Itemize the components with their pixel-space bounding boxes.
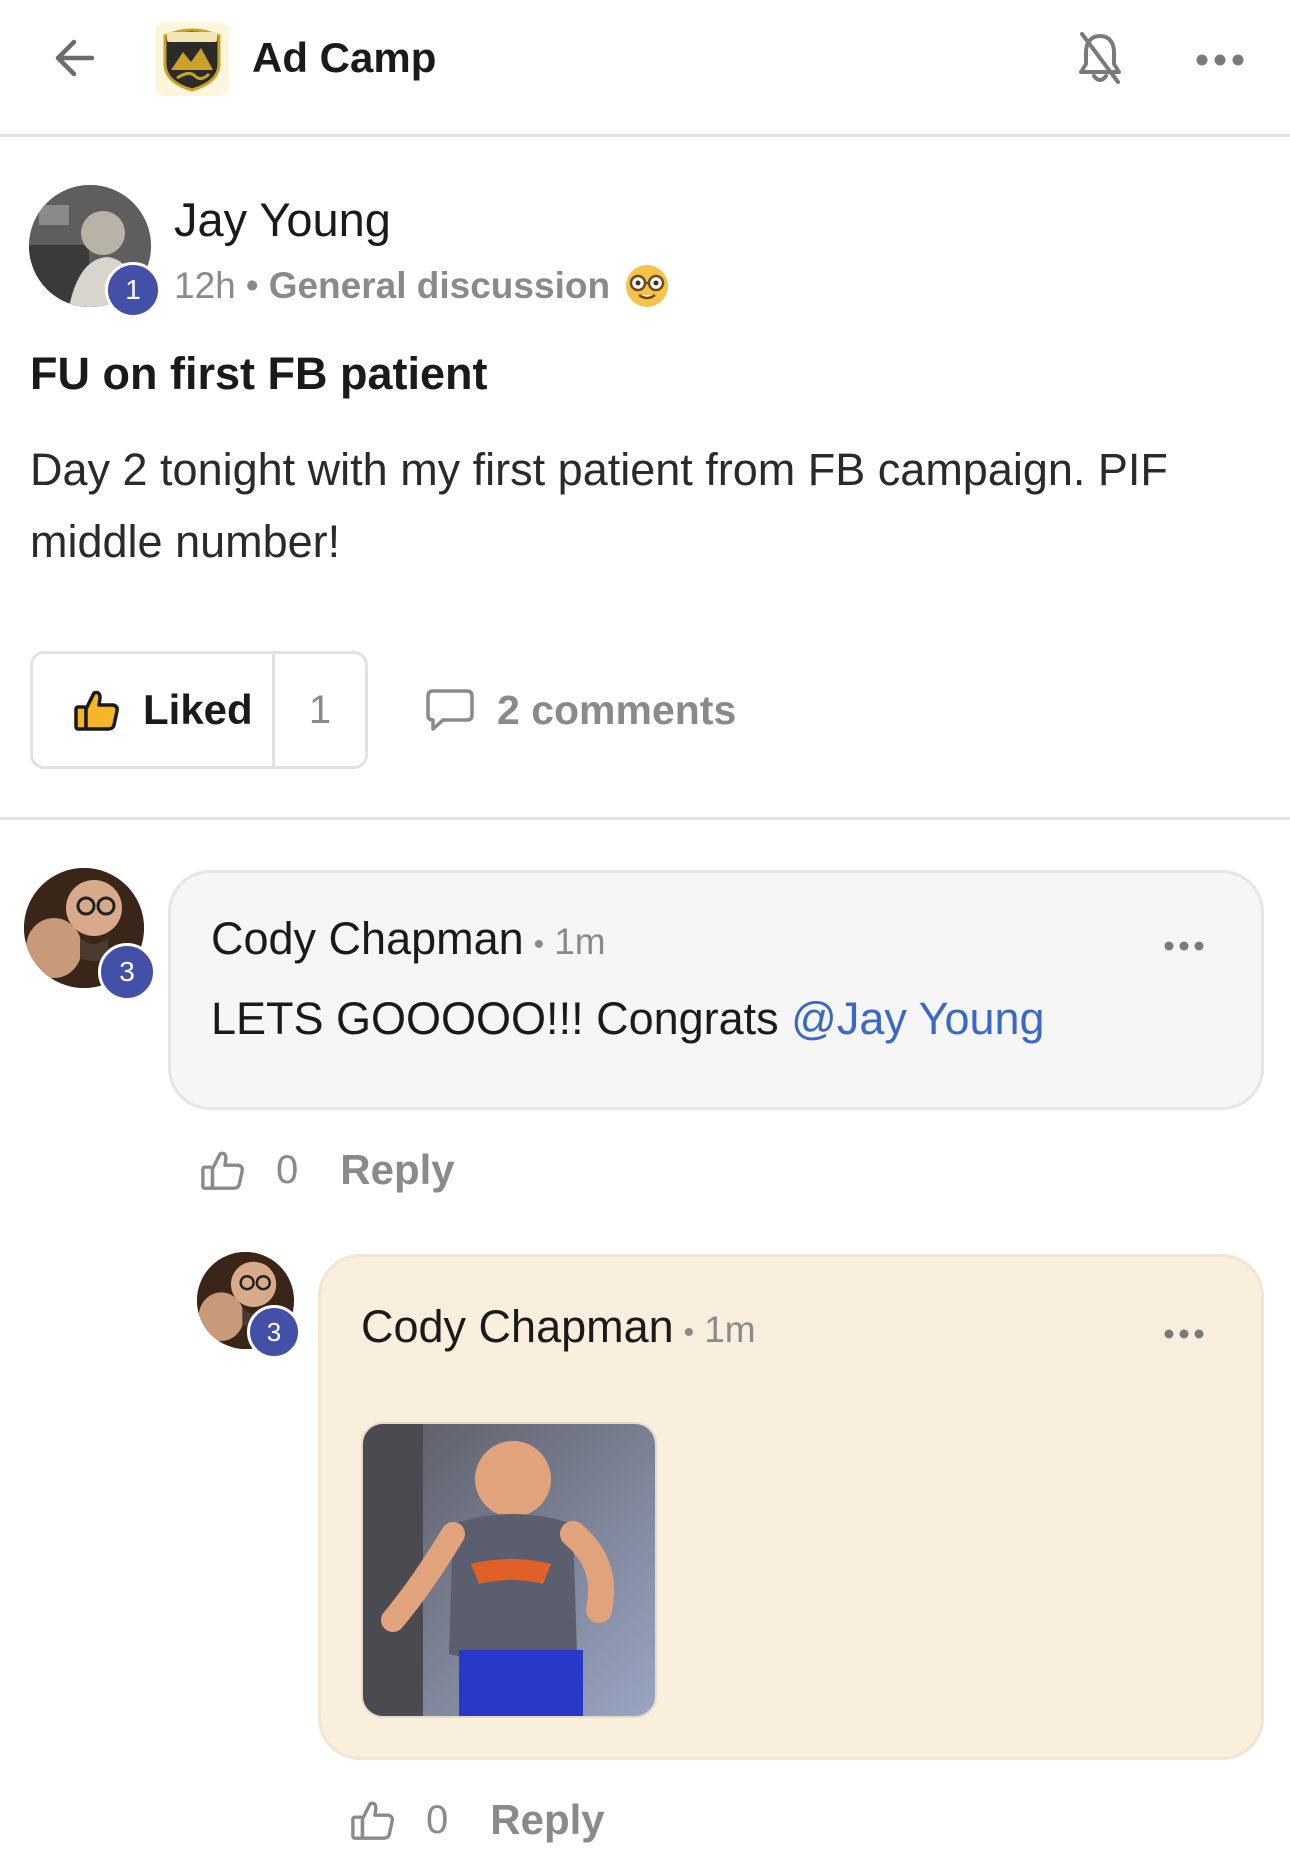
comment-time: 1m <box>554 921 606 962</box>
post-body: Day 2 tonight with my first patient from… <box>30 444 1168 567</box>
like-label: Liked <box>143 686 253 733</box>
more-horizontal-icon <box>1164 1329 1204 1339</box>
comment-like-count: 0 <box>276 1147 299 1192</box>
post-meta: 12h • General discussion <box>174 262 670 310</box>
meta-separator: • <box>533 928 545 961</box>
level-badge: 3 <box>98 943 156 1001</box>
post-title: FU on first FB patient <box>30 348 488 399</box>
comment-bubble: Cody Chapman • 1m LETS GOOOOO!!! Congrats … <box>168 870 1264 1110</box>
reply-button[interactable]: Reply <box>340 1146 454 1194</box>
group-title: Ad Camp <box>252 34 437 81</box>
gif-attachment[interactable] <box>361 1422 657 1718</box>
like-button[interactable]: Liked <box>33 654 275 766</box>
comments-button[interactable]: 2 comments <box>425 680 736 740</box>
comment-more-button[interactable] <box>1159 931 1209 961</box>
group-logo <box>155 22 229 96</box>
bell-off-icon <box>1079 32 1121 84</box>
post-category[interactable]: General discussion <box>269 262 610 310</box>
arrow-left-icon <box>55 39 95 77</box>
comment-author[interactable]: Cody Chapman • 1m <box>211 911 606 973</box>
comment-more-button[interactable] <box>1159 1319 1209 1349</box>
meta-separator: • <box>683 1316 695 1349</box>
thumbs-up-filled-icon <box>74 690 119 731</box>
comment-author-name[interactable]: Cody Chapman <box>211 913 524 964</box>
meta-separator: • <box>245 265 259 306</box>
back-button[interactable] <box>44 30 104 86</box>
post-time: 12h <box>174 265 236 306</box>
divider <box>0 817 1290 820</box>
thumbs-up-icon[interactable] <box>200 1147 246 1193</box>
comments-count-label: 2 comments <box>497 686 737 733</box>
comment-actions: 0 Reply <box>200 1140 455 1200</box>
post-author-name[interactable]: Jay Young <box>174 192 391 248</box>
level-badge: 1 <box>105 262 161 318</box>
nerd-face-icon <box>626 265 669 307</box>
comment-time: 1m <box>704 1309 756 1350</box>
comment-author[interactable]: Cody Chapman • 1m <box>361 1299 756 1361</box>
thumbs-up-icon[interactable] <box>350 1797 396 1843</box>
comment-body: LETS GOOOOO!!! Congrats <box>211 993 792 1044</box>
reply-bubble: Cody Chapman • 1m <box>318 1254 1264 1760</box>
level-badge: 3 <box>247 1305 301 1359</box>
comment-actions: 0 Reply <box>350 1790 605 1850</box>
top-bar: Ad Camp <box>0 0 1290 137</box>
like-control: Liked 1 <box>30 651 368 769</box>
comment-text: LETS GOOOOO!!! Congrats @Jay Young <box>211 991 1045 1047</box>
reply-button[interactable]: Reply <box>490 1796 604 1844</box>
more-horizontal-icon <box>1164 941 1204 951</box>
like-count[interactable]: 1 <box>275 654 365 766</box>
more-options-button[interactable] <box>1190 40 1250 80</box>
comment-author-name[interactable]: Cody Chapman <box>361 1301 674 1352</box>
comment-like-count: 0 <box>426 1797 449 1842</box>
mention-link[interactable]: @Jay Young <box>791 993 1044 1044</box>
notifications-off-button[interactable] <box>1070 25 1130 91</box>
more-horizontal-icon <box>1196 54 1244 66</box>
comment-icon <box>426 689 474 731</box>
